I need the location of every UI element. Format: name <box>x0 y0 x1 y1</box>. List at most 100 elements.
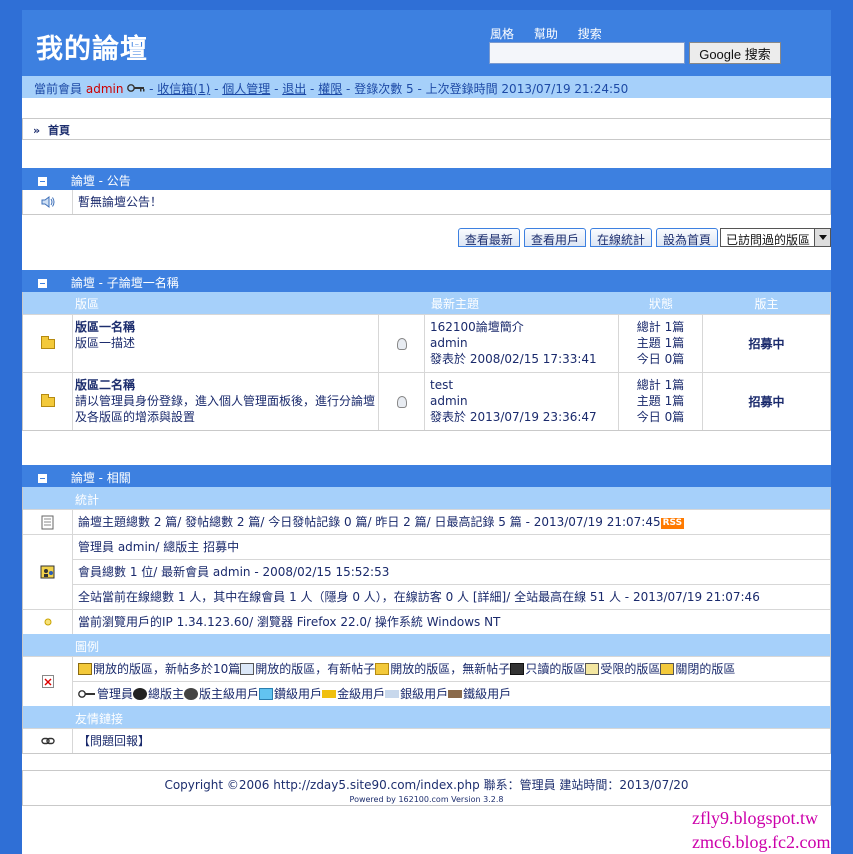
legend-item: 鐵級用戶 <box>463 687 512 701</box>
username[interactable]: admin <box>86 82 124 96</box>
top-links: 風格 幫助 搜索 <box>490 25 618 42</box>
legend-item: 開放的版區，無新帖子 <box>390 662 511 676</box>
forum-row: 版區一名稱 版區一描述 162100論壇簡介 admin 發表於 2008/02… <box>23 314 830 372</box>
document-icon <box>23 510 73 534</box>
announce-header: 論壇 - 公告 <box>22 168 831 190</box>
footer: Copyright ©2006 http://zday5.site90.com/… <box>22 770 831 806</box>
legend-item: 關閉的版區 <box>675 662 736 676</box>
ip-line: 當前瀏覽用戶的IP 1.34.123.60/ 瀏覽器 Firefox 22.0/… <box>78 615 501 629</box>
inbox-link[interactable]: 收信箱(1) <box>157 82 210 96</box>
home-link[interactable]: 首頁 <box>48 124 70 137</box>
latest-time: 發表於 2008/02/15 17:33:41 <box>430 352 597 366</box>
collapse-icon[interactable] <box>38 279 47 288</box>
speaker-icon <box>23 190 73 214</box>
separator: - <box>413 82 426 96</box>
admin-line: 管理員 admin/ 總版主 招募中 <box>73 535 830 560</box>
legend-item: 總版主 <box>148 687 185 701</box>
legend-item: 金級用戶 <box>337 687 386 701</box>
online-stats-button[interactable]: 在線統計 <box>589 228 652 247</box>
forums-header: 論壇 - 子論壇一名稱 <box>22 270 831 292</box>
related-title: 論壇 - 相關 <box>70 471 131 485</box>
stat-today: 今日 0篇 <box>636 352 685 366</box>
restricted-icon <box>585 663 600 675</box>
legend-item: 鑽級用戶 <box>274 687 323 701</box>
forums-table: 版區 最新主題 狀態 版主 版區一名稱 版區一描述 162100論壇簡介 adm… <box>22 292 831 431</box>
diamond-icon <box>259 688 274 700</box>
search-input[interactable] <box>489 42 685 64</box>
silver-bar-icon <box>385 690 400 698</box>
bulb-icon <box>396 337 407 350</box>
latest-topic-link[interactable]: test <box>430 377 613 393</box>
forum-name[interactable]: 版區二名稱 <box>75 377 376 393</box>
chevron-down-icon[interactable] <box>814 229 830 246</box>
col-latest: 最新主題 <box>431 297 480 311</box>
stats-line: 論壇主題總數 2 篇/ 發帖總數 2 篇/ 今日發帖記錄 0 篇/ 昨日 2 篇… <box>78 515 661 529</box>
search-link[interactable]: 搜索 <box>578 27 602 41</box>
separator: - <box>210 82 223 96</box>
view-users-button[interactable]: 查看用戶 <box>523 228 586 247</box>
legend-item: 銀級用戶 <box>400 687 449 701</box>
forums-title: 論壇 - 子論壇一名稱 <box>70 276 179 290</box>
legend-item: 受限的版區 <box>600 662 661 676</box>
stat-topics: 主題 1篇 <box>636 336 685 350</box>
site-title[interactable]: 我的論壇 <box>36 27 148 66</box>
set-homepage-button[interactable]: 設為首頁 <box>655 228 718 247</box>
legend: 開放的版區，新帖多於10篇 開放的版區，有新帖子 開放的版區，無新帖子 只讀的版區 受限… <box>73 657 830 706</box>
related-box: 統計 論壇主題總數 2 篇/ 發帖總數 2 篇/ 今日發帖記錄 0 篇/ 昨日 … <box>22 487 831 754</box>
visited-forums-select[interactable]: 已訪問過的版區 <box>719 228 831 247</box>
forum-desc: 版區一描述 <box>75 336 136 350</box>
forums-column-header: 版區 最新主題 狀態 版主 <box>23 292 830 314</box>
related-header: 論壇 - 相關 <box>22 465 831 487</box>
legend-item: 管理員 <box>97 687 134 701</box>
stat-total: 總計 1篇 <box>636 378 685 392</box>
latest-user-link[interactable]: admin <box>430 335 613 351</box>
forum-name[interactable]: 版區一名稱 <box>75 319 376 335</box>
view-latest-button[interactable]: 查看最新 <box>457 228 520 247</box>
iron-bar-icon <box>448 690 463 698</box>
legend-item: 開放的版區，新帖多於10篇 <box>93 662 241 676</box>
legend-item: 只讀的版區 <box>525 662 586 676</box>
legend-item: 版主級用戶 <box>199 687 260 701</box>
moderator: 招募中 <box>748 395 785 409</box>
collapse-icon[interactable] <box>38 474 47 483</box>
separator: - <box>270 82 283 96</box>
closed-icon <box>660 663 675 675</box>
frame-left <box>0 0 22 854</box>
profile-link[interactable]: 個人管理 <box>222 82 270 96</box>
members-icon <box>23 535 73 609</box>
select-value: 已訪問過的版區 <box>725 233 810 247</box>
forum-row: 版區二名稱 請以管理員身份登錄，進入個人管理面板後，進行分論壇及各版區的增添與設… <box>23 372 830 430</box>
dot-icon <box>23 610 73 634</box>
permissions-link[interactable]: 權限 <box>318 82 342 96</box>
rss-badge[interactable]: RSS <box>660 518 685 529</box>
gold-bar-icon <box>322 690 337 698</box>
latest-topic-link[interactable]: 162100論壇簡介 <box>430 319 613 335</box>
folder-icon <box>40 335 55 349</box>
collapse-icon[interactable] <box>38 177 47 186</box>
forum-legend: 開放的版區，新帖多於10篇 開放的版區，有新帖子 開放的版區，無新帖子 只讀的版區 受限… <box>73 657 830 682</box>
frame-right <box>831 0 853 854</box>
stat-today: 今日 0篇 <box>636 410 685 424</box>
stats-subheader: 統計 <box>23 487 830 509</box>
member-bar: 當前會員 admin - 收信箱(1) - 個人管理 - 退出 - 權限 - 登… <box>22 76 831 98</box>
header: 我的論壇 風格 幫助 搜索 Google 搜索 <box>22 10 831 76</box>
member-line: 會員總數 1 位/ 最新會員 admin - 2008/02/15 15:52:… <box>73 560 830 585</box>
separator: - <box>306 82 319 96</box>
frame-top <box>0 0 853 10</box>
watermark-line1: zfly9.blogspot.tw <box>692 808 818 828</box>
stat-total: 總計 1篇 <box>636 320 685 334</box>
user-legend: 管理員 總版主 版主級用戶 鑽級用戶 金級用戶 銀級用戶 鐵級用戶 <box>73 682 830 707</box>
google-search-button[interactable]: Google 搜索 <box>689 42 781 64</box>
powered-by: Powered by 162100.com Version 3.2.8 <box>349 795 504 804</box>
forum-stats: 論壇主題總數 2 篇/ 發帖總數 2 篇/ 今日發帖記錄 0 篇/ 昨日 2 篇… <box>73 510 830 534</box>
latest-user-link[interactable]: admin <box>430 393 613 409</box>
last-login: 上次登錄時間 2013/07/19 21:24:50 <box>425 82 629 96</box>
stat-topics: 主題 1篇 <box>636 394 685 408</box>
login-count: 登錄次數 5 <box>354 82 414 96</box>
legend-subheader: 圖例 <box>23 634 830 656</box>
style-link[interactable]: 風格 <box>490 27 514 41</box>
page: 我的論壇 風格 幫助 搜索 Google 搜索 當前會員 admin - 收信箱… <box>22 10 831 806</box>
report-issue-link[interactable]: 【問題回報】 <box>73 729 830 753</box>
help-link[interactable]: 幫助 <box>534 27 558 41</box>
logout-link[interactable]: 退出 <box>282 82 306 96</box>
